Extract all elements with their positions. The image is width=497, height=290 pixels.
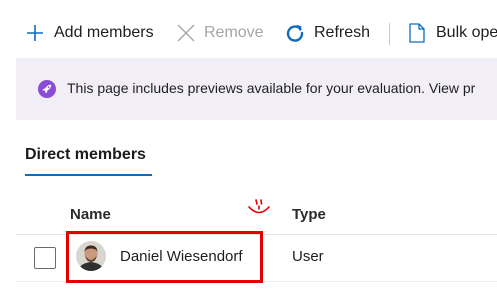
- document-icon: [409, 23, 425, 43]
- close-icon: [176, 23, 196, 43]
- preview-banner: This page includes previews available fo…: [16, 58, 497, 120]
- banner-text: This page includes previews available fo…: [67, 80, 476, 96]
- tab-selected-indicator: [25, 174, 152, 176]
- plus-icon: [26, 24, 44, 42]
- row-checkbox[interactable]: [34, 247, 56, 269]
- member-type: User: [292, 248, 324, 265]
- column-header-type[interactable]: Type: [292, 206, 326, 223]
- toolbar-divider: [389, 23, 390, 45]
- smiley-annotation-icon: [246, 196, 272, 220]
- column-header-name[interactable]: Name: [70, 206, 111, 223]
- bulk-operations-label: Bulk ope: [436, 24, 497, 41]
- tab-direct-members[interactable]: Direct members: [25, 146, 146, 164]
- command-bar: Add members Remove Refresh Bulk ope: [0, 0, 497, 58]
- highlight-annotation-box: [66, 231, 263, 283]
- rocket-icon: [38, 80, 56, 98]
- refresh-icon: [285, 23, 305, 43]
- remove-label: Remove: [204, 24, 264, 41]
- add-members-label: Add members: [54, 24, 154, 41]
- refresh-button[interactable]: Refresh: [285, 15, 370, 51]
- remove-button[interactable]: Remove: [176, 15, 264, 51]
- add-members-button[interactable]: Add members: [26, 15, 154, 51]
- refresh-label: Refresh: [314, 24, 371, 41]
- bulk-operations-button[interactable]: Bulk ope: [409, 15, 497, 51]
